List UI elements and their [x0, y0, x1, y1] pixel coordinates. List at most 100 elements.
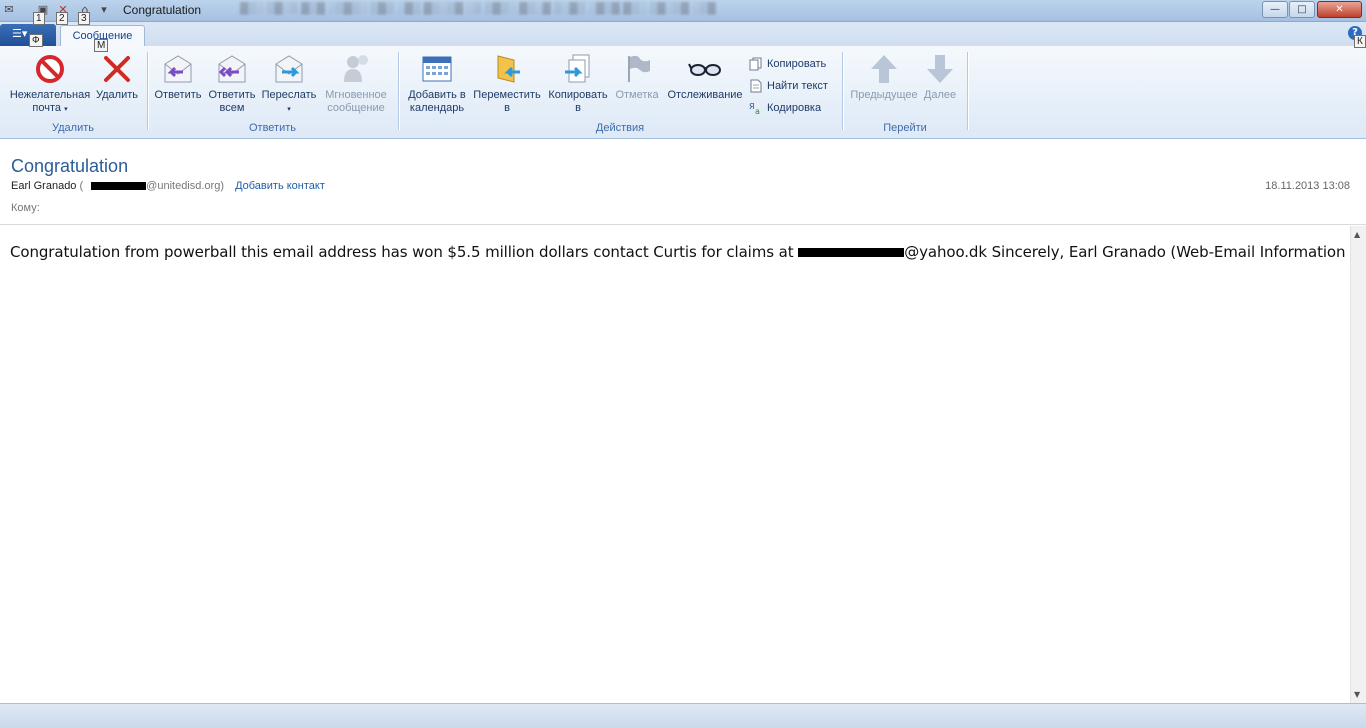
calendar-icon: [422, 56, 452, 82]
copy-to-button[interactable]: Копировать в: [544, 52, 612, 115]
svg-text:Я: Я: [749, 102, 755, 111]
keytip-2: 2: [56, 12, 68, 25]
reply-all-icon: [218, 55, 246, 83]
delete-button[interactable]: Удалить: [94, 52, 140, 102]
keytip-help: К: [1354, 35, 1366, 48]
maximize-button[interactable]: □: [1289, 1, 1315, 18]
title-bar: ✉ ▣ ✕ ⌂ ▾ 1 2 3 Congratulation ▓▒░ ▒▓░▒ …: [0, 0, 1366, 25]
delete-label: Удалить: [96, 89, 138, 101]
keytip-message: М: [94, 39, 109, 52]
group-navigate: Предыдущее Далее Перейти: [844, 50, 966, 136]
add-contact-link[interactable]: Добавить контакт: [235, 180, 325, 192]
vertical-scrollbar[interactable]: ▲ ▼: [1350, 226, 1366, 703]
close-button[interactable]: ✕: [1317, 1, 1362, 18]
copy-label: Копировать: [767, 58, 827, 70]
copy-icon: [749, 57, 762, 71]
junk-label-1: Нежелательная: [9, 89, 91, 101]
sender-domain: @unitedisd.org): [146, 180, 224, 192]
dropdown-arrow-icon: ▾: [64, 106, 68, 113]
forward-button[interactable]: Переслать ▾: [260, 52, 318, 116]
flag-icon: [628, 55, 650, 82]
redaction-bar: [91, 182, 147, 191]
instant-label-2: сообщение: [327, 102, 385, 114]
message-body[interactable]: Congratulation from powerball this email…: [0, 226, 1366, 703]
previous-label: Предыдущее: [850, 89, 918, 101]
scroll-down-icon[interactable]: ▼: [1354, 690, 1360, 699]
next-button[interactable]: Далее: [920, 52, 960, 102]
move-to-button[interactable]: Переместить в: [471, 52, 543, 115]
add-to-calendar-button[interactable]: Добавить в календарь: [404, 52, 470, 115]
flag-button[interactable]: Отметка: [612, 52, 662, 102]
ribbon: Нежелательная почта ▾ Удалить Удалить От…: [0, 46, 1366, 139]
dropdown-arrow-icon: ▾: [287, 106, 291, 113]
window-title: Congratulation: [123, 3, 202, 17]
reply-label: Ответить: [154, 89, 202, 101]
background-taskbar-blur: ▓▒░ ▒▓░▒ ▓▒▓ ░▒▓▒░ ▒▓▒ ░▓▒ ▓▒░▒▓ ░▒ ▒▓▒░…: [240, 2, 716, 14]
reply-all-button[interactable]: Ответить всем: [205, 52, 259, 115]
keytip-3: 3: [78, 12, 90, 25]
group-divider: [398, 52, 399, 130]
svg-text:a: a: [755, 107, 760, 115]
message-body-text: Congratulation from powerball this email…: [10, 243, 1366, 261]
flag-label: Отметка: [615, 89, 659, 101]
reply-button[interactable]: Ответить: [152, 52, 204, 102]
reply-icon: [164, 55, 192, 83]
arrow-up-icon: [871, 55, 897, 83]
ribbon-tab-strip: ☰▾ Ф Сообщение М ? К: [0, 22, 1366, 52]
message-header: Congratulation Earl Granado ( @unitedisd.…: [0, 139, 1366, 225]
group-delete: Нежелательная почта ▾ Удалить Удалить: [0, 50, 146, 136]
scroll-up-icon[interactable]: ▲: [1354, 230, 1360, 239]
sender-name[interactable]: Earl Granado: [11, 180, 76, 192]
junk-label-2: почта: [32, 102, 62, 114]
glasses-icon: [688, 63, 721, 76]
group-navigate-label: Перейти: [883, 122, 927, 134]
group-divider: [967, 52, 968, 130]
junk-mail-button[interactable]: Нежелательная почта ▾: [6, 52, 94, 116]
document-icon: [750, 79, 762, 93]
group-actions-label: Действия: [595, 122, 645, 134]
move-label-1: Переместить: [473, 89, 541, 101]
instant-message-button[interactable]: Мгновенное сообщение: [319, 52, 393, 115]
reply-all-label-1: Ответить: [208, 89, 256, 101]
sender-line: Earl Granado ( @unitedisd.org) Добавить к…: [11, 180, 325, 192]
next-label: Далее: [923, 89, 957, 101]
minimize-button[interactable]: —: [1262, 1, 1288, 18]
to-label: Кому:: [11, 202, 40, 214]
arrow-down-icon: [927, 55, 953, 83]
keytip-menu: Ф: [29, 34, 43, 47]
group-divider: [842, 52, 843, 130]
watch-button[interactable]: Отслеживание: [663, 52, 747, 102]
messenger-icon: [344, 55, 368, 82]
app-menu-button[interactable]: ☰▾: [0, 24, 56, 46]
group-actions: Добавить в календарь Переместить в Копир…: [400, 50, 840, 136]
message-date: 18.11.2013 13:08: [1265, 180, 1350, 192]
message-subject: Congratulation: [11, 156, 129, 176]
move-folder-icon: [497, 55, 520, 83]
delete-x-icon: [104, 56, 130, 82]
encoding-button[interactable]: Яa Кодировка: [749, 98, 821, 118]
find-text-label: Найти текст: [767, 80, 828, 92]
qat-dropdown-icon[interactable]: ▾: [97, 3, 111, 17]
group-reply: Ответить Ответить всем Переслать ▾ Мгнов…: [149, 50, 396, 136]
watch-label: Отслеживание: [667, 89, 743, 101]
copy-button[interactable]: Копировать: [749, 54, 826, 74]
keytip-1: 1: [33, 12, 45, 25]
previous-button[interactable]: Предыдущее: [848, 52, 920, 102]
mail-icon: ✉: [4, 3, 14, 16]
status-bar: [0, 703, 1366, 728]
forward-icon: [275, 55, 303, 83]
move-label-2: в: [504, 102, 510, 114]
forward-label: Переслать: [261, 89, 317, 101]
copy-to-label-2: в: [575, 102, 581, 114]
body-text-part-1: Congratulation from powerball this email…: [10, 243, 799, 261]
group-divider: [147, 52, 148, 130]
redaction-bar: [798, 248, 905, 257]
reply-all-label-2: всем: [219, 102, 245, 114]
sender-paren: (: [79, 180, 84, 192]
find-text-button[interactable]: Найти текст: [749, 76, 828, 96]
instant-label-1: Мгновенное: [325, 89, 387, 101]
menu-icon: ☰▾: [12, 27, 28, 40]
group-delete-label: Удалить: [52, 122, 94, 134]
encoding-icon: Яa: [749, 102, 760, 115]
blocked-icon: [36, 55, 64, 83]
